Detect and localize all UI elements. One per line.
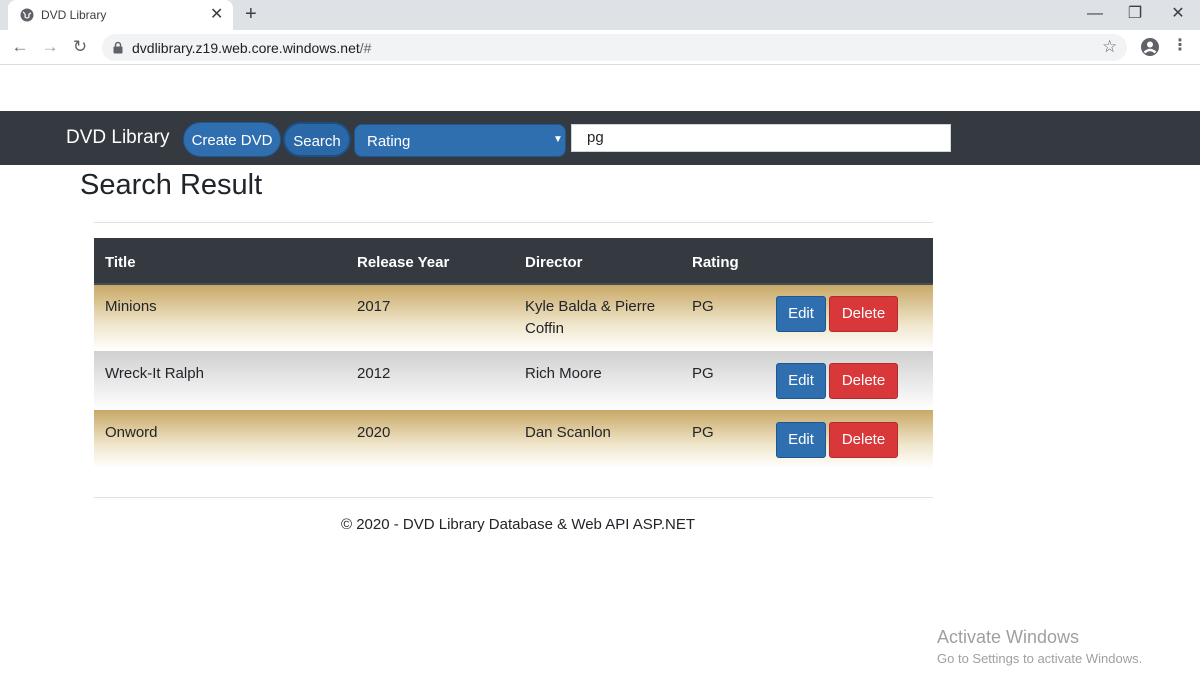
search-input[interactable]: pg	[571, 124, 951, 152]
restore-icon[interactable]: ❐	[1120, 4, 1150, 24]
cell-director: Rich Moore	[525, 365, 602, 382]
delete-button[interactable]: Delete	[829, 296, 898, 332]
kebab-menu-icon[interactable]: ⋮	[1172, 36, 1188, 56]
reload-icon[interactable]: ↻	[70, 37, 90, 57]
cell-director: Kyle Balda & Pierre Coffin	[525, 298, 656, 337]
url-text: dvdlibrary.z19.web.core.windows.net/#	[132, 40, 371, 56]
table-header: Title Release Year Director Rating	[94, 238, 933, 285]
cell-year: 2017	[357, 298, 391, 315]
url-path: /#	[359, 40, 372, 56]
table-row: Onword 2020 Dan Scanlon PG Edit Delete	[94, 410, 933, 468]
header-director: Director	[525, 254, 583, 271]
delete-button[interactable]: Delete	[829, 363, 898, 399]
table-row: Minions 2017 Kyle Balda & Pierre Coffin …	[94, 285, 933, 351]
cell-year: 2020	[357, 424, 391, 441]
new-tab-button[interactable]: +	[245, 4, 257, 24]
select-value: Rating	[367, 133, 411, 150]
cell-title: Minions	[105, 298, 157, 315]
profile-icon[interactable]	[1140, 37, 1160, 57]
cell-title: Wreck-It Ralph	[105, 365, 204, 382]
search-button[interactable]: Search	[283, 122, 351, 157]
watermark-subtitle: Go to Settings to activate Windows.	[937, 651, 1143, 666]
results-table: Title Release Year Director Rating Minio…	[94, 238, 933, 468]
table-row: Wreck-It Ralph 2012 Rich Moore PG Edit D…	[94, 351, 933, 410]
cell-rating: PG	[692, 365, 714, 382]
page-title: Search Result	[80, 169, 263, 201]
activate-windows-watermark: Activate Windows Go to Settings to activ…	[937, 627, 1142, 666]
edit-button[interactable]: Edit	[776, 296, 826, 332]
caret-down-icon: ▼	[553, 134, 563, 145]
back-arrow-icon[interactable]: ←	[10, 37, 30, 57]
header-release-year: Release Year	[357, 254, 450, 271]
cell-rating: PG	[692, 298, 714, 315]
browser-toolbar: ← → ↻ dvdlibrary.z19.web.core.windows.ne…	[0, 30, 1200, 65]
delete-button[interactable]: Delete	[829, 422, 898, 458]
cell-rating: PG	[692, 424, 714, 441]
create-dvd-button[interactable]: Create DVD	[183, 122, 281, 157]
edit-button[interactable]: Edit	[776, 422, 826, 458]
edit-button[interactable]: Edit	[776, 363, 826, 399]
cell-title: Onword	[105, 424, 158, 441]
watermark-title: Activate Windows	[937, 627, 1080, 647]
header-title: Title	[105, 254, 136, 271]
cell-year: 2012	[357, 365, 391, 382]
tab-title: DVD Library	[41, 8, 107, 22]
cell-director: Dan Scanlon	[525, 424, 611, 441]
footer-text: © 2020 - DVD Library Database & Web API …	[341, 516, 696, 533]
app-navbar: DVD Library Create DVD Search Rating ▼ p…	[0, 111, 1200, 165]
browser-tab[interactable]: DVD Library ✕	[8, 0, 233, 30]
lock-icon	[113, 41, 123, 54]
tab-close-icon[interactable]: ✕	[210, 6, 223, 24]
url-host: dvdlibrary.z19.web.core.windows.net	[132, 40, 360, 56]
browser-tabstrip: DVD Library ✕ + — ❐ ✕	[0, 0, 1200, 30]
divider	[94, 497, 933, 498]
forward-arrow-icon[interactable]: →	[40, 37, 60, 57]
divider	[94, 222, 933, 223]
minimize-icon[interactable]: —	[1080, 4, 1110, 24]
address-bar[interactable]: dvdlibrary.z19.web.core.windows.net/# ☆	[102, 34, 1127, 61]
search-category-select[interactable]: Rating ▼	[354, 124, 566, 157]
window-close-icon[interactable]: ✕	[1163, 4, 1193, 24]
globe-icon	[20, 8, 34, 22]
brand-title[interactable]: DVD Library	[66, 127, 169, 149]
header-rating: Rating	[692, 254, 739, 271]
bookmark-star-icon[interactable]: ☆	[1102, 37, 1117, 57]
